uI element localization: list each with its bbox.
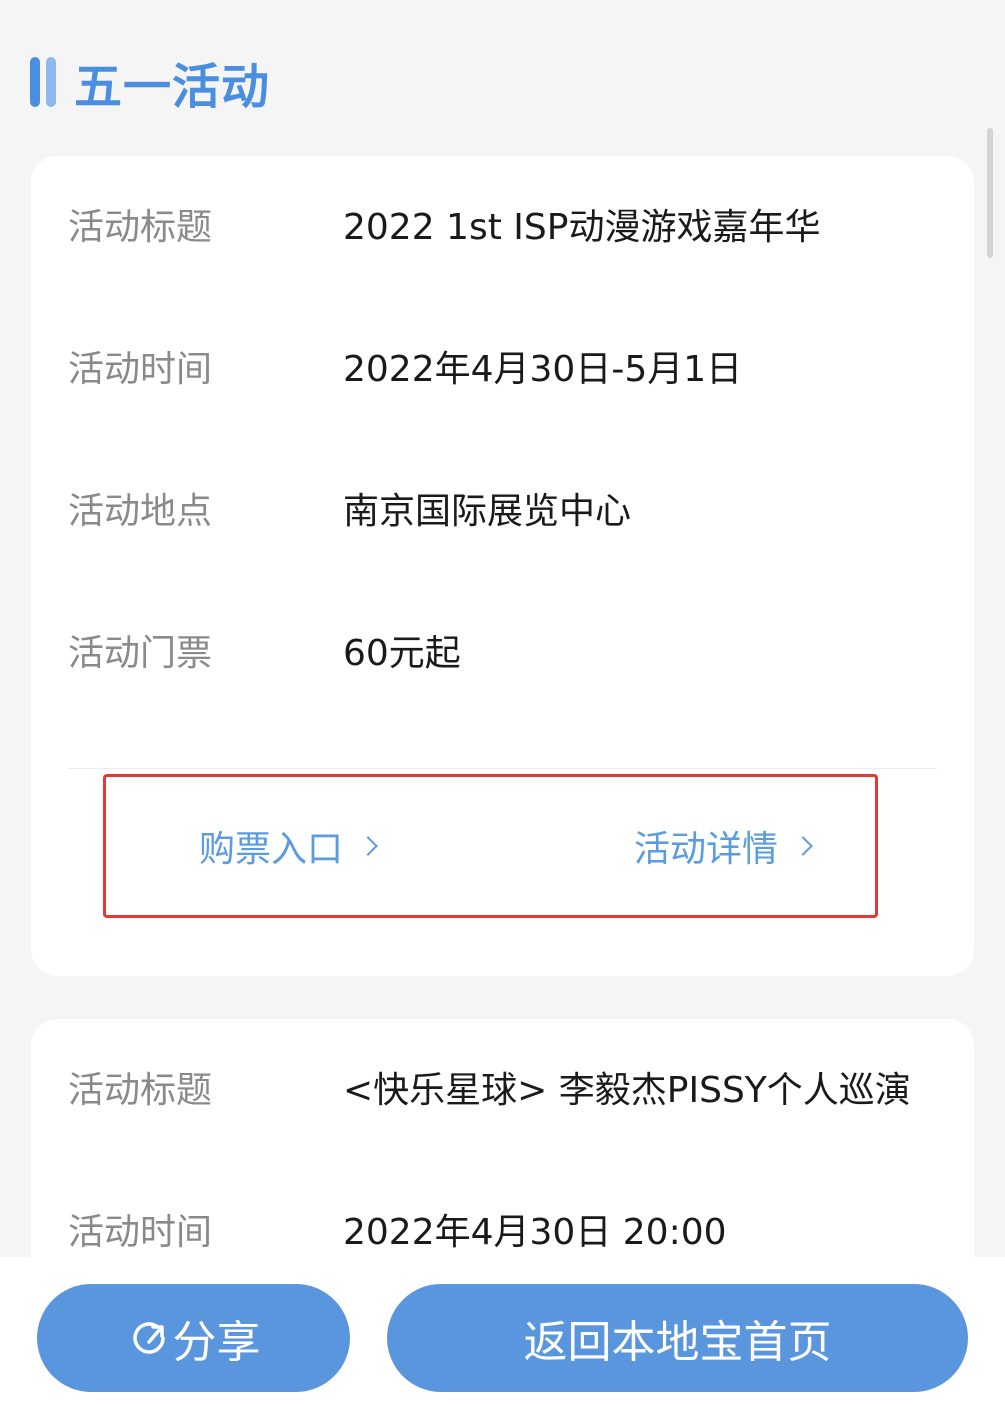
bottom-action-bar: 分享 返回本地宝首页 [0,1257,1005,1404]
share-button[interactable]: 分享 [37,1284,350,1392]
home-button[interactable]: 返回本地宝首页 [387,1284,968,1392]
chevron-right-icon [358,836,378,856]
event-row-ticket: 活动门票 60元起 [68,620,937,680]
section-title: 五一活动 [74,59,271,115]
row-label: 活动标题 [68,207,213,248]
home-label: 返回本地宝首页 [523,1317,832,1368]
row-label: 活动标题 [68,1070,213,1111]
row-value: 2022年4月30日-5月1日 [343,349,743,390]
accent-bar [46,57,56,107]
event-row-title: 活动标题 2022 1st ISP动漫游戏嘉年华 [68,194,937,254]
event-row-location: 活动地点 南京国际展览中心 [68,478,937,538]
row-value: 南京国际展览中心 [343,491,632,532]
row-value: <快乐星球> 李毅杰PISSY个人巡演 [343,1070,911,1111]
page: 五一活动 活动标题 2022 1st ISP动漫游戏嘉年华 活动时间 2022年… [0,0,1005,1404]
event-details-label: 活动详情 [634,829,779,870]
event-details-link[interactable]: 活动详情 [634,816,813,876]
event-row-title: 活动标题 <快乐星球> 李毅杰PISSY个人巡演 [68,1057,937,1117]
title-accent-bars [30,57,56,107]
event-row-time: 活动时间 2022年4月30日-5月1日 [68,336,937,396]
buy-ticket-label: 购票入口 [199,829,344,870]
row-label: 活动门票 [68,633,213,674]
divider [68,768,937,769]
row-label: 活动时间 [68,349,213,390]
accent-bar [30,57,40,107]
row-label: 活动时间 [68,1212,213,1253]
event-row-time: 活动时间 2022年4月30日 20:00 [68,1199,937,1259]
row-value: 2022 1st ISP动漫游戏嘉年华 [343,207,821,248]
scrollbar[interactable] [987,128,993,258]
buy-ticket-link[interactable]: 购票入口 [199,816,378,876]
section-header: 五一活动 [30,52,270,115]
event-card: 活动标题 2022 1st ISP动漫游戏嘉年华 活动时间 2022年4月30日… [31,156,974,976]
chevron-right-icon [793,836,813,856]
row-value: 60元起 [343,633,461,674]
row-value: 2022年4月30日 20:00 [343,1212,727,1253]
share-icon [132,1322,165,1354]
share-label: 分享 [172,1317,261,1368]
row-label: 活动地点 [68,491,213,532]
